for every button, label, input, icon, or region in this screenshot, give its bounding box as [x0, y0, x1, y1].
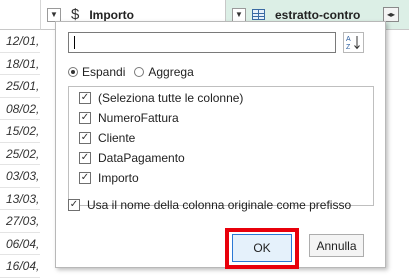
filter-dropdown-button[interactable]: ▼ — [232, 7, 246, 22]
prefix-option[interactable]: ✓ Usa il nome della colonna originale co… — [68, 198, 351, 212]
sort-button[interactable]: A Z — [343, 32, 364, 53]
mode-radio-group: Espandi Aggrega — [68, 65, 203, 79]
expand-column-button[interactable]: ◂▸ — [383, 7, 399, 22]
list-item[interactable]: ✓ Cliente — [69, 128, 373, 148]
radio-aggregate-label: Aggrega — [148, 65, 194, 79]
column-label-estratto: estratto-contro — [275, 7, 361, 22]
list-item[interactable]: ✓ (Seleziona tutte le colonne) — [69, 88, 373, 108]
radio-aggregate[interactable] — [134, 67, 145, 77]
cancel-button[interactable]: Annulla — [309, 234, 364, 257]
list-item[interactable]: ✓ DataPagamento — [69, 148, 373, 168]
table-cell: 06/04, — [0, 233, 40, 255]
search-input[interactable] — [68, 32, 336, 53]
table-cell: 25/01, — [0, 75, 40, 98]
date-column-cells: 12/01, 18/01, 25/01, 08/02, 15/02, 25/02… — [0, 30, 40, 278]
table-cell: 15/02, — [0, 120, 40, 143]
ok-button[interactable]: OK — [232, 234, 292, 262]
list-item-label: DataPagamento — [98, 151, 185, 165]
list-item[interactable]: ✓ Importo — [69, 168, 373, 188]
chevron-down-icon: ▼ — [235, 10, 243, 19]
table-cell: 08/02, — [0, 98, 40, 120]
column-checklist: ✓ (Seleziona tutte le colonne) ✓ NumeroF… — [68, 86, 374, 206]
text-caret — [74, 36, 75, 49]
column-label-importo: Importo — [89, 7, 135, 22]
table-icon — [252, 9, 265, 20]
filter-dropdown-button[interactable]: ▼ — [47, 7, 61, 22]
table-cell: 18/01, — [0, 53, 40, 75]
table-cell: 13/03, — [0, 188, 40, 210]
list-item-label: (Seleziona tutte le colonne) — [98, 91, 244, 105]
checkbox-checked-icon[interactable]: ✓ — [79, 152, 91, 164]
list-item-label: NumeroFattura — [98, 111, 179, 125]
table-cell: 03/03, — [0, 165, 40, 188]
prefix-label: Usa il nome della colonna originale come… — [87, 198, 352, 212]
chevron-down-icon: ▼ — [50, 10, 58, 19]
checkbox-checked-icon[interactable]: ✓ — [79, 172, 91, 184]
expand-arrows-icon: ◂▸ — [386, 10, 396, 19]
list-item-label: Cliente — [98, 131, 136, 145]
radio-expand[interactable] — [68, 67, 78, 77]
column-header-date[interactable] — [0, 0, 40, 30]
checkbox-checked-icon[interactable]: ✓ — [79, 92, 91, 104]
list-item[interactable]: ✓ NumeroFattura — [69, 108, 373, 128]
checkbox-checked-icon[interactable]: ✓ — [68, 199, 80, 211]
svg-text:A: A — [346, 36, 351, 43]
checkbox-checked-icon[interactable]: ✓ — [79, 132, 91, 144]
table-cell: 25/02, — [0, 143, 40, 165]
expand-column-popup: A Z Espandi Aggrega ✓ (Seleziona tutte l… — [55, 21, 386, 269]
list-item-label: Importo — [98, 171, 139, 185]
sort-az-icon: A Z — [346, 36, 360, 51]
svg-text:Z: Z — [346, 44, 351, 51]
table-cell: 12/01, — [0, 30, 40, 53]
table-cell: 16/04, — [0, 255, 40, 278]
radio-expand-label: Espandi — [82, 65, 126, 79]
table-cell: 27/03, — [0, 210, 40, 233]
checkbox-checked-icon[interactable]: ✓ — [79, 112, 91, 124]
